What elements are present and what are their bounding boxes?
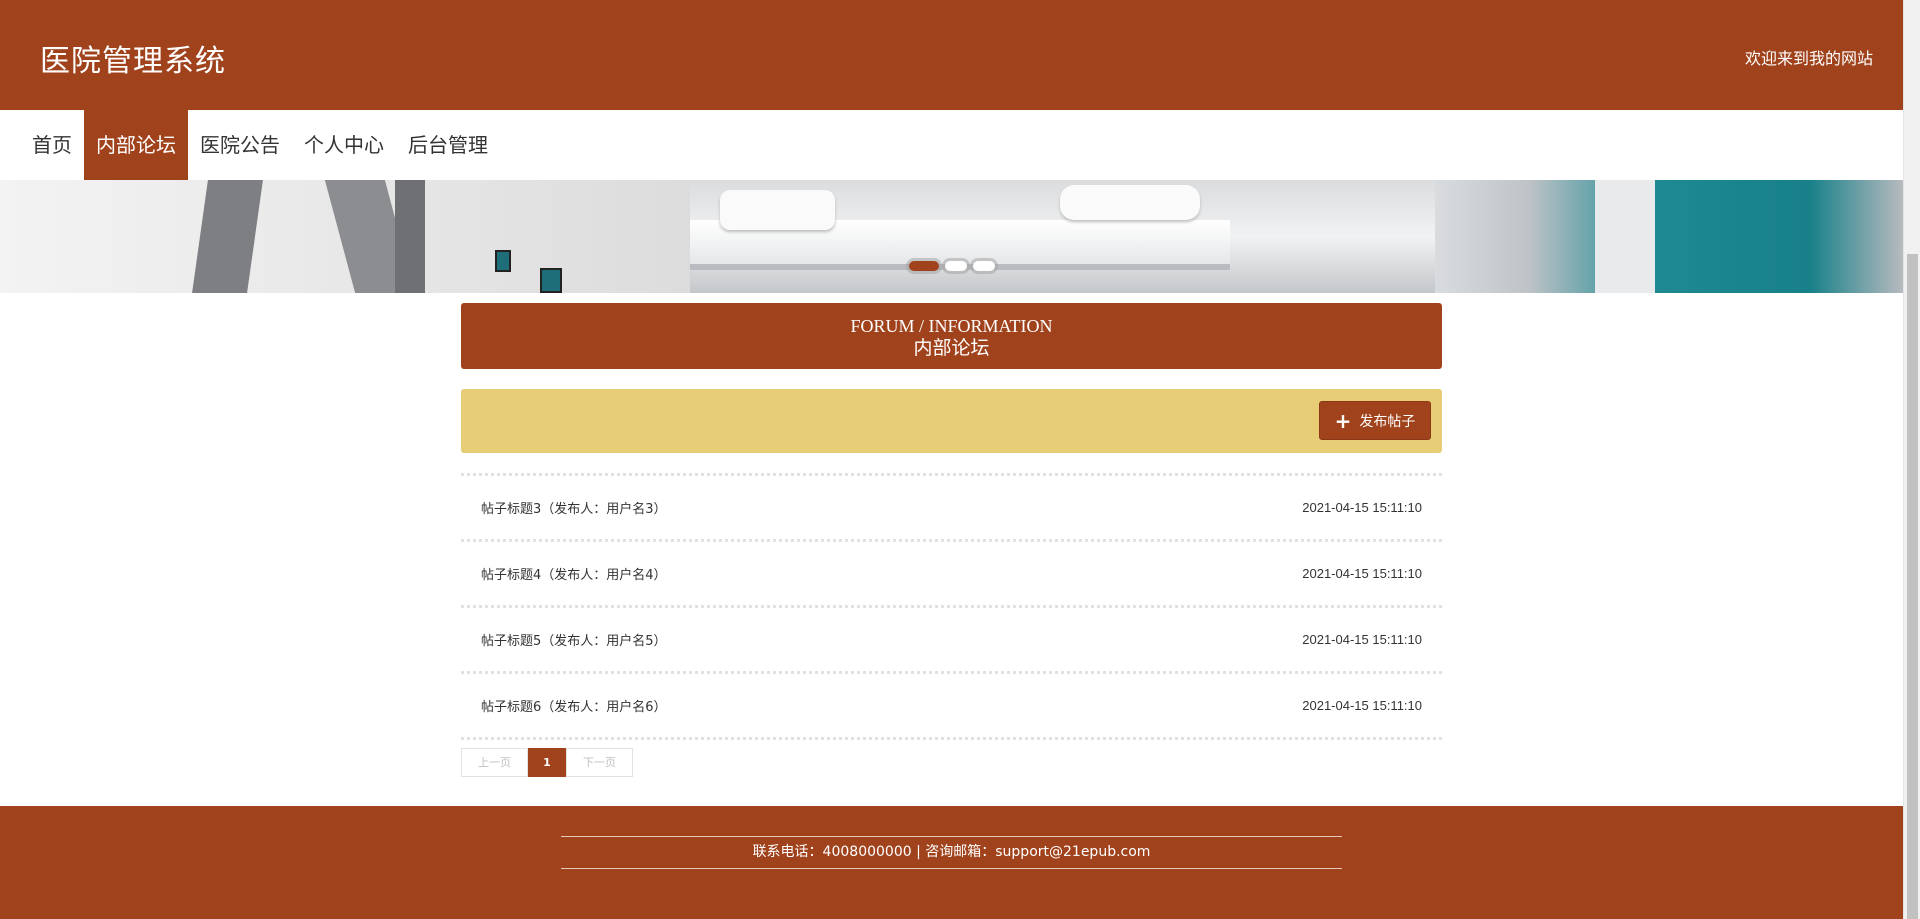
list-item[interactable]: 帖子标题4（发布人：用户名4） 2021-04-15 15:11:10	[461, 542, 1442, 608]
welcome-text: 欢迎来到我的网站	[1744, 49, 1873, 68]
banner-decor-stripe	[395, 180, 425, 293]
main-content: FORUM / INFORMATION 内部论坛 + 发布帖子 帖子标题3（发布…	[461, 303, 1442, 777]
nav-item-personal-center[interactable]: 个人中心	[292, 110, 396, 180]
section-title-en: FORUM / INFORMATION	[850, 316, 1053, 336]
page-viewport: 医院管理系统 欢迎来到我的网站 首页 内部论坛 医院公告 个人中心 后台管理 F…	[0, 0, 1903, 919]
nav-item-admin[interactable]: 后台管理	[396, 110, 500, 180]
banner-carousel[interactable]	[0, 180, 1903, 293]
page-number-button[interactable]: 1	[528, 748, 566, 777]
pagination: 上一页 1 下一页	[461, 748, 1442, 777]
post-time: 2021-04-15 15:11:10	[1302, 632, 1422, 647]
site-header: 医院管理系统 欢迎来到我的网站	[0, 0, 1903, 110]
section-title-cn: 内部论坛	[913, 337, 990, 359]
scrollbar-thumb[interactable]	[1907, 254, 1918, 919]
post-time: 2021-04-15 15:11:10	[1302, 698, 1422, 713]
post-time: 2021-04-15 15:11:10	[1302, 566, 1422, 581]
carousel-dot-1[interactable]	[908, 261, 939, 271]
prev-page-button[interactable]: 上一页	[461, 748, 528, 777]
nav-item-forum[interactable]: 内部论坛	[84, 110, 188, 180]
post-time: 2021-04-15 15:11:10	[1302, 500, 1422, 515]
banner-image-post	[1595, 180, 1655, 293]
nav-item-announcements[interactable]: 医院公告	[188, 110, 292, 180]
site-footer: 联系电话：4008000000 | 咨询邮箱：support@21epub.co…	[0, 806, 1903, 919]
carousel-dot-3[interactable]	[972, 261, 995, 271]
site-title[interactable]: 医院管理系统	[40, 36, 226, 80]
post-title[interactable]: 帖子标题6（发布人：用户名6）	[481, 696, 667, 715]
banner-image-towel	[720, 190, 835, 230]
carousel-indicators	[0, 261, 1903, 271]
forum-toolbar: + 发布帖子	[461, 389, 1442, 453]
footer-contact: 联系电话：4008000000 | 咨询邮箱：support@21epub.co…	[561, 836, 1342, 869]
carousel-dot-2[interactable]	[944, 261, 967, 271]
post-list: 帖子标题3（发布人：用户名3） 2021-04-15 15:11:10 帖子标题…	[461, 473, 1442, 740]
banner-decor-screen	[540, 268, 562, 293]
post-title[interactable]: 帖子标题4（发布人：用户名4）	[481, 564, 667, 583]
banner-image-towel	[1060, 185, 1200, 220]
post-title[interactable]: 帖子标题5（发布人：用户名5）	[481, 630, 667, 649]
list-item[interactable]: 帖子标题5（发布人：用户名5） 2021-04-15 15:11:10	[461, 608, 1442, 674]
nav-item-home[interactable]: 首页	[20, 110, 84, 180]
post-title[interactable]: 帖子标题3（发布人：用户名3）	[481, 498, 667, 517]
publish-post-label: 发布帖子	[1359, 413, 1416, 430]
plus-icon: +	[1334, 408, 1352, 433]
section-header: FORUM / INFORMATION 内部论坛	[461, 303, 1442, 369]
banner-image-equipment	[1435, 180, 1903, 293]
list-item[interactable]: 帖子标题6（发布人：用户名6） 2021-04-15 15:11:10	[461, 674, 1442, 740]
list-item[interactable]: 帖子标题3（发布人：用户名3） 2021-04-15 15:11:10	[461, 476, 1442, 542]
publish-post-button[interactable]: + 发布帖子	[1319, 401, 1431, 440]
main-nav: 首页 内部论坛 医院公告 个人中心 后台管理	[0, 110, 1903, 180]
vertical-scrollbar[interactable]	[1903, 0, 1920, 919]
next-page-button[interactable]: 下一页	[566, 748, 633, 777]
